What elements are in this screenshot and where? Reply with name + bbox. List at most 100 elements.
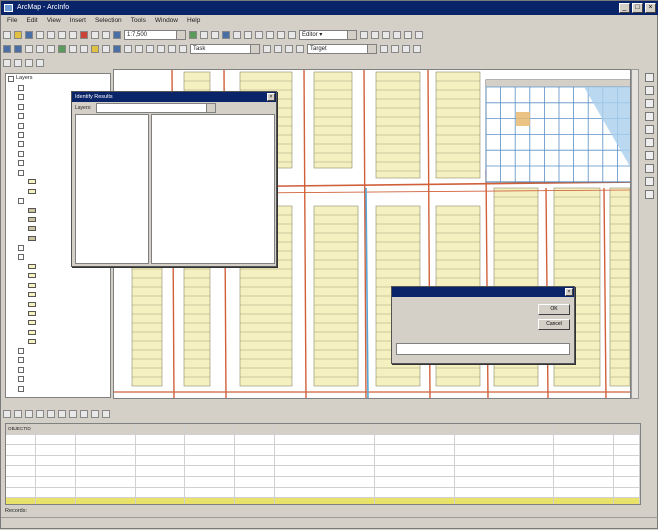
table-column-header[interactable] (275, 424, 375, 434)
new-document-icon[interactable] (3, 31, 11, 39)
edit-description-field[interactable] (396, 343, 570, 355)
layer-visibility-checkbox[interactable] (18, 357, 24, 364)
topology-icon[interactable] (263, 45, 271, 53)
toc-layer-row[interactable] (6, 384, 110, 393)
route-icon[interactable] (157, 45, 165, 53)
tool-icon-3[interactable] (644, 99, 654, 108)
pan-tool-icon[interactable] (47, 45, 55, 53)
menu-insert[interactable]: Insert (70, 15, 86, 27)
table-column-header[interactable] (36, 424, 76, 434)
tool-icon-7[interactable] (644, 151, 654, 160)
layer-visibility-checkbox[interactable] (8, 75, 14, 82)
zoom-in-icon[interactable] (288, 31, 296, 39)
tool-icon-9[interactable] (644, 177, 654, 186)
table-row[interactable] (6, 498, 640, 504)
ok-button[interactable]: OK (538, 304, 570, 315)
maximize-button[interactable]: □ (632, 3, 643, 13)
undo-icon[interactable] (91, 31, 99, 39)
toc-layer-row[interactable] (6, 356, 110, 365)
editor-toolbar-icon[interactable] (189, 31, 197, 39)
draw-line-icon[interactable] (380, 45, 388, 53)
find-replace-icon[interactable] (91, 410, 99, 418)
table-row[interactable] (6, 455, 640, 467)
table-column-header[interactable] (235, 424, 276, 434)
table-column-header[interactable] (185, 424, 236, 434)
tool-icon-2[interactable] (644, 86, 654, 95)
fixed-zoom-in-icon[interactable] (25, 45, 33, 53)
layer-visibility-checkbox[interactable] (18, 150, 24, 157)
related-tables-icon[interactable] (69, 410, 77, 418)
layer-visibility-checkbox[interactable] (18, 122, 24, 129)
menu-edit[interactable]: Edit (26, 15, 37, 27)
close-button[interactable]: × (645, 3, 656, 13)
fixed-zoom-out-icon[interactable] (36, 45, 44, 53)
table-row[interactable] (6, 466, 640, 477)
layer-visibility-checkbox[interactable] (18, 103, 24, 110)
editor-menu[interactable]: Editor ▾ (299, 30, 357, 40)
toc-layer-row[interactable] (6, 299, 110, 308)
pan-icon[interactable] (277, 31, 285, 39)
table-row[interactable] (6, 476, 640, 488)
list-by-selection-icon[interactable] (36, 59, 44, 67)
menu-window[interactable]: Window (155, 15, 178, 27)
back-extent-icon[interactable] (69, 45, 77, 53)
draw-text-icon[interactable] (402, 45, 410, 53)
attributes-icon[interactable] (404, 31, 412, 39)
rotate-icon[interactable] (393, 31, 401, 39)
list-by-source-icon[interactable] (14, 59, 22, 67)
edit-tool-icon[interactable] (255, 31, 263, 39)
arccatalog-icon[interactable] (222, 31, 230, 39)
help-icon[interactable] (233, 31, 241, 39)
delete-selected-icon[interactable] (58, 410, 66, 418)
toc-layer-row[interactable] (6, 328, 110, 337)
table-column-header[interactable]: OBJECTID (6, 424, 36, 434)
list-by-drawing-order-icon[interactable] (3, 59, 11, 67)
font-color-icon[interactable] (413, 45, 421, 53)
layer-visibility-checkbox[interactable] (18, 197, 24, 204)
snap-icon[interactable] (274, 45, 282, 53)
toc-layer-row[interactable] (6, 375, 110, 384)
toc-layer-row[interactable] (6, 346, 110, 355)
redo-icon[interactable] (102, 31, 110, 39)
full-extent-icon[interactable] (58, 45, 66, 53)
find-icon[interactable] (124, 45, 132, 53)
table-row[interactable] (6, 445, 640, 456)
tool-icon-4[interactable] (644, 112, 654, 121)
switch-selection-icon[interactable] (25, 410, 33, 418)
trace-icon[interactable] (285, 45, 293, 53)
layer-visibility-checkbox[interactable] (18, 141, 24, 148)
measure-icon[interactable] (135, 45, 143, 53)
tool-icon-6[interactable] (644, 138, 654, 147)
layer-visibility-checkbox[interactable] (18, 160, 24, 167)
table-column-header[interactable] (375, 424, 455, 434)
layer-visibility-checkbox[interactable] (18, 113, 24, 120)
menu-help[interactable]: Help (187, 15, 200, 27)
zoom-in-tool-icon[interactable] (3, 45, 11, 53)
add-field-icon[interactable] (80, 410, 88, 418)
table-column-header[interactable] (614, 424, 640, 434)
cut-icon[interactable] (47, 31, 55, 39)
table-row[interactable] (6, 487, 640, 499)
paste-icon[interactable] (69, 31, 77, 39)
add-data-icon[interactable] (113, 31, 121, 39)
tool-icon-5[interactable] (644, 125, 654, 134)
georeference-icon[interactable] (179, 45, 187, 53)
tool-icon-1[interactable] (644, 73, 654, 82)
zoom-out-tool-icon[interactable] (14, 45, 22, 53)
close-icon[interactable]: × (267, 93, 275, 101)
time-slider-icon[interactable] (168, 45, 176, 53)
vertex-icon[interactable] (371, 31, 379, 39)
toc-layer-row[interactable] (6, 281, 110, 290)
save-icon[interactable] (25, 31, 33, 39)
table-column-header[interactable] (455, 424, 555, 434)
menu-selection[interactable]: Selection (95, 15, 122, 27)
sketch-tool-icon[interactable] (244, 31, 252, 39)
menu-file[interactable]: File (7, 15, 17, 27)
identify-layers-combo[interactable] (96, 103, 216, 113)
menu-tools[interactable]: Tools (131, 15, 146, 27)
toc-layer-row[interactable] (6, 365, 110, 374)
clear-selection-icon[interactable] (36, 410, 44, 418)
layer-visibility-checkbox[interactable] (18, 132, 24, 139)
layer-visibility-checkbox[interactable] (18, 244, 24, 251)
split-icon[interactable] (382, 31, 390, 39)
